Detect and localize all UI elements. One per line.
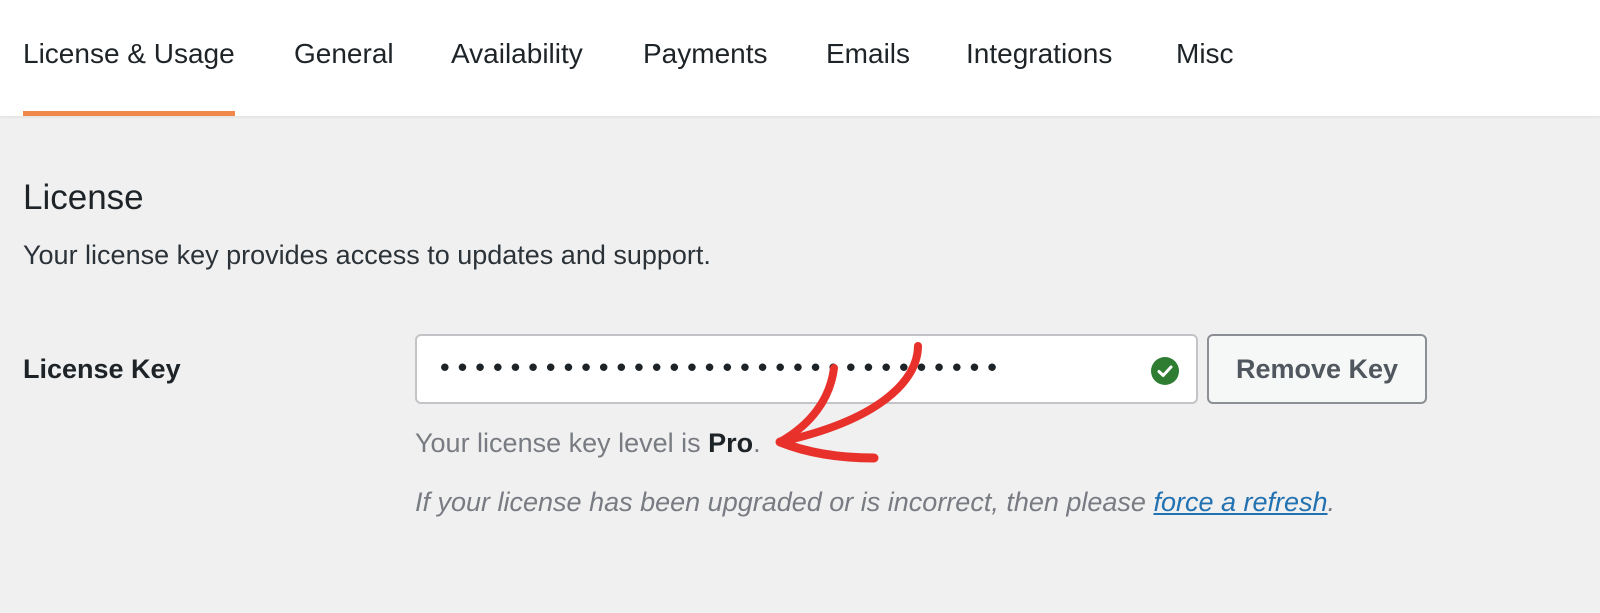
force-refresh-link[interactable]: force a refresh	[1153, 487, 1327, 517]
section-description: Your license key provides access to upda…	[23, 240, 711, 270]
license-level-text: Your license key level is Pro.	[415, 428, 761, 458]
annotation-arrow-icon	[775, 342, 922, 463]
section-title: License	[23, 178, 144, 217]
license-key-label: License Key	[23, 354, 181, 384]
refresh-help-text: If your license has been upgraded or is …	[415, 487, 1335, 517]
tab-misc[interactable]: Misc	[1176, 0, 1234, 116]
check-circle-icon	[1151, 357, 1179, 385]
refresh-help-prefix: If your license has been upgraded or is …	[415, 487, 1154, 517]
tab-license-usage[interactable]: License & Usage	[23, 0, 235, 116]
refresh-help-suffix: .	[1327, 487, 1336, 517]
tab-general[interactable]: General	[294, 0, 394, 116]
license-level-prefix: Your license key level is	[415, 428, 709, 458]
license-level-value: Pro	[708, 428, 754, 458]
tab-availability[interactable]: Availability	[451, 0, 583, 116]
tab-emails[interactable]: Emails	[826, 0, 910, 116]
tab-payments[interactable]: Payments	[643, 0, 768, 116]
tab-integrations[interactable]: Integrations	[966, 0, 1112, 116]
remove-key-button[interactable]: Remove Key	[1207, 334, 1427, 404]
settings-tab-bar: License & Usage General Availability Pay…	[0, 0, 1600, 116]
